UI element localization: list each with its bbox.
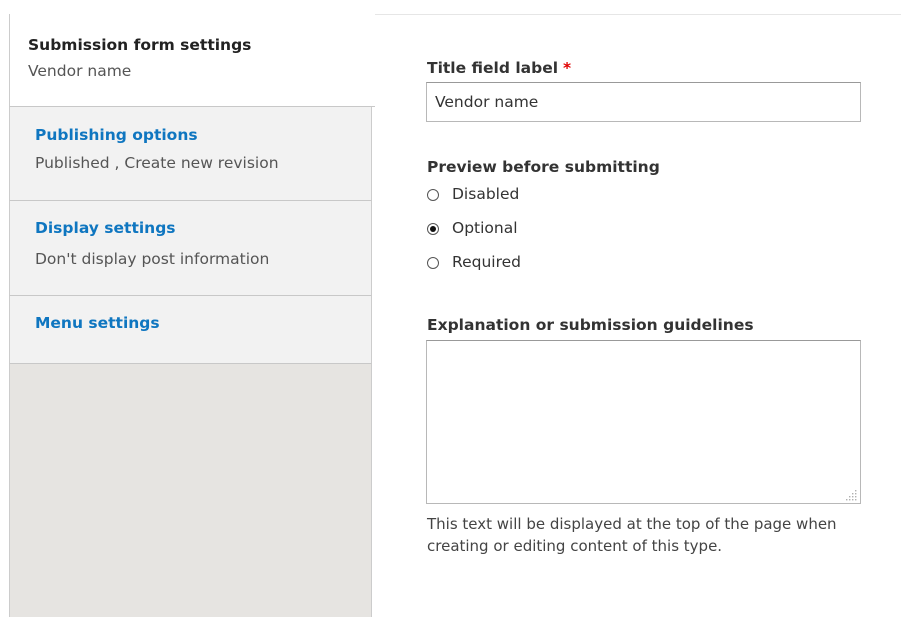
radio-button-checked-icon[interactable] — [427, 223, 439, 235]
guidelines-textarea[interactable] — [426, 340, 861, 504]
title-field-label: Title field label * — [427, 59, 571, 77]
top-divider — [372, 14, 901, 15]
title-field-label-text: Title field label — [427, 59, 559, 77]
guidelines-description: This text will be displayed at the top o… — [427, 515, 837, 555]
vertical-tab-publishing-options[interactable]: Publishing options Published , Create ne… — [9, 107, 372, 201]
vertical-tab-menu-settings[interactable]: Menu settings — [9, 296, 372, 364]
title-field-input[interactable] — [426, 82, 861, 122]
vertical-tab-submission-form-settings[interactable]: Submission form settings Vendor name — [9, 14, 375, 107]
radio-button-icon[interactable] — [427, 189, 439, 201]
vertical-tab-summary: Vendor name — [28, 62, 132, 80]
vertical-tab-title: Publishing options — [35, 126, 198, 144]
vertical-tab-title: Display settings — [35, 219, 176, 237]
radio-label: Required — [452, 253, 521, 271]
node-type-settings-form: Submission form settings Vendor name Pub… — [0, 0, 901, 617]
guidelines-label: Explanation or submission guidelines — [427, 316, 754, 334]
vertical-tab-summary: Published , Create new revision — [35, 154, 279, 172]
resize-grip-icon[interactable] — [846, 489, 858, 501]
radio-label: Disabled — [452, 185, 520, 203]
radio-label: Optional — [452, 219, 518, 237]
vertical-tab-title: Menu settings — [35, 314, 160, 332]
vertical-tab-display-settings[interactable]: Display settings Don't display post info… — [9, 201, 372, 296]
required-marker: * — [563, 59, 572, 77]
vertical-tab-summary: Don't display post information — [35, 250, 270, 268]
preview-label: Preview before submitting — [427, 158, 660, 176]
vertical-tab-title: Submission form settings — [28, 36, 252, 54]
radio-button-icon[interactable] — [427, 257, 439, 269]
